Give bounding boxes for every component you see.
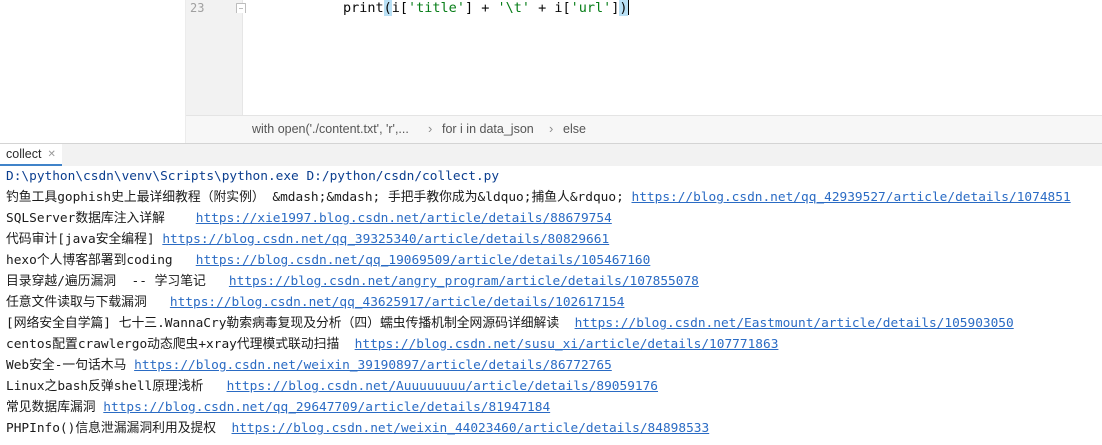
console-line: 任意文件读取与下载漏洞 https://blog.csdn.net/qq_436…: [6, 292, 624, 313]
article-link[interactable]: https://blog.csdn.net/angry_program/arti…: [229, 274, 699, 289]
code-close-paren: ): [619, 0, 628, 16]
article-title: 目录穿越/遍历漏洞 -- 学习笔记: [6, 274, 229, 289]
article-link[interactable]: https://blog.csdn.net/Eastmount/article/…: [575, 316, 1014, 331]
article-link[interactable]: https://xie1997.blog.csdn.net/article/de…: [196, 211, 612, 226]
editor-gutter[interactable]: [186, 0, 243, 115]
article-link[interactable]: https://blog.csdn.net/weixin_39190897/ar…: [134, 358, 612, 373]
code-string-tab: '\t': [497, 0, 530, 16]
article-link[interactable]: https://blog.csdn.net/weixin_44023460/ar…: [232, 421, 710, 436]
console-line: [网络安全自学篇] 七十三.WannaCry勒索病毒复现及分析（四）蠕虫传播机制…: [6, 313, 1014, 334]
article-title: SQLServer数据库注入详解: [6, 211, 196, 226]
text-caret: [627, 0, 629, 15]
article-title: Linux之bash反弹shell原理浅析: [6, 379, 227, 394]
breadcrumb-item-with-open[interactable]: with open('./content.txt', 'r',...: [252, 122, 409, 136]
code-editor[interactable]: 23 print(i['title'] + '\t' + i['url']) w…: [0, 0, 1102, 144]
breadcrumb: with open('./content.txt', 'r',... › for…: [186, 115, 1102, 144]
chevron-right-icon: ›: [549, 121, 554, 136]
console-line: PHPInfo()信息泄漏漏洞利用及提权 https://blog.csdn.n…: [6, 418, 709, 439]
console-line: Web安全-一句话木马 https://blog.csdn.net/weixin…: [6, 355, 612, 376]
article-title: 代码审计[java安全编程]: [6, 232, 163, 247]
article-title: hexo个人博客部署到coding: [6, 253, 196, 268]
code-text: i[: [391, 0, 409, 16]
console-line: hexo个人博客部署到coding https://blog.csdn.net/…: [6, 250, 650, 271]
article-link[interactable]: https://blog.csdn.net/qq_19069509/articl…: [196, 253, 651, 268]
article-link[interactable]: https://blog.csdn.net/susu_xi/article/de…: [355, 337, 779, 352]
article-title: Web安全-一句话木马: [6, 358, 135, 373]
article-link[interactable]: https://blog.csdn.net/qq_43625917/articl…: [170, 295, 625, 310]
article-link[interactable]: https://blog.csdn.net/qq_29647709/articl…: [103, 400, 550, 415]
console-line: centos配置crawlergo动态爬虫+xray代理模式联动扫描 https…: [6, 334, 778, 355]
code-string-title: 'title': [408, 0, 465, 16]
project-panel[interactable]: [0, 0, 186, 143]
fold-marker-icon[interactable]: [236, 3, 246, 13]
tab-run-collect[interactable]: collect ✕: [0, 144, 62, 166]
console-line: 代码审计[java安全编程] https://blog.csdn.net/qq_…: [6, 229, 609, 250]
breadcrumb-item-else[interactable]: else: [563, 122, 586, 136]
article-link[interactable]: https://blog.csdn.net/Auuuuuuuu/article/…: [227, 379, 658, 394]
code-string-url: 'url': [570, 0, 612, 16]
console-line: 钓鱼工具gophish史上最详细教程（附实例） &mdash;&mdash; 手…: [6, 187, 1071, 208]
article-title: [网络安全自学篇] 七十三.WannaCry勒索病毒复现及分析（四）蠕虫传播机制…: [6, 316, 575, 331]
code-text: ] +: [464, 0, 498, 16]
line-number: 23: [190, 1, 205, 15]
run-console[interactable]: D:\python\csdn\venv\Scripts\python.exe D…: [0, 166, 1102, 445]
close-icon[interactable]: ✕: [47, 149, 55, 160]
article-title: PHPInfo()信息泄漏漏洞利用及提权: [6, 421, 232, 436]
run-tool-window-header: collect ✕: [0, 143, 1102, 167]
article-title: 常见数据库漏洞: [6, 400, 104, 415]
article-title: 任意文件读取与下载漏洞: [6, 295, 170, 310]
article-title: 钓鱼工具gophish史上最详细教程（附实例） &mdash;&mdash; 手…: [6, 190, 632, 205]
article-link[interactable]: https://blog.csdn.net/qq_39325340/articl…: [162, 232, 609, 247]
article-link[interactable]: https://blog.csdn.net/qq_42939527/articl…: [632, 190, 1071, 205]
article-title: centos配置crawlergo动态爬虫+xray代理模式联动扫描: [6, 337, 355, 352]
code-function: print: [343, 0, 384, 16]
run-tab-label: collect: [6, 147, 42, 161]
code-open-paren: (: [383, 0, 392, 16]
console-line: 常见数据库漏洞 https://blog.csdn.net/qq_2964770…: [6, 397, 550, 418]
breadcrumb-item-for-loop[interactable]: for i in data_json: [442, 122, 534, 136]
console-line: Linux之bash反弹shell原理浅析 https://blog.csdn.…: [6, 376, 658, 397]
console-command: D:\python\csdn\venv\Scripts\python.exe D…: [6, 169, 500, 184]
chevron-right-icon: ›: [428, 121, 433, 136]
console-line: SQLServer数据库注入详解 https://xie1997.blog.cs…: [6, 208, 612, 229]
code-line[interactable]: print(i['title'] + '\t' + i['url']): [343, 0, 629, 17]
code-text: + i[: [529, 0, 571, 16]
console-line: 目录穿越/遍历漏洞 -- 学习笔记 https://blog.csdn.net/…: [6, 271, 699, 292]
